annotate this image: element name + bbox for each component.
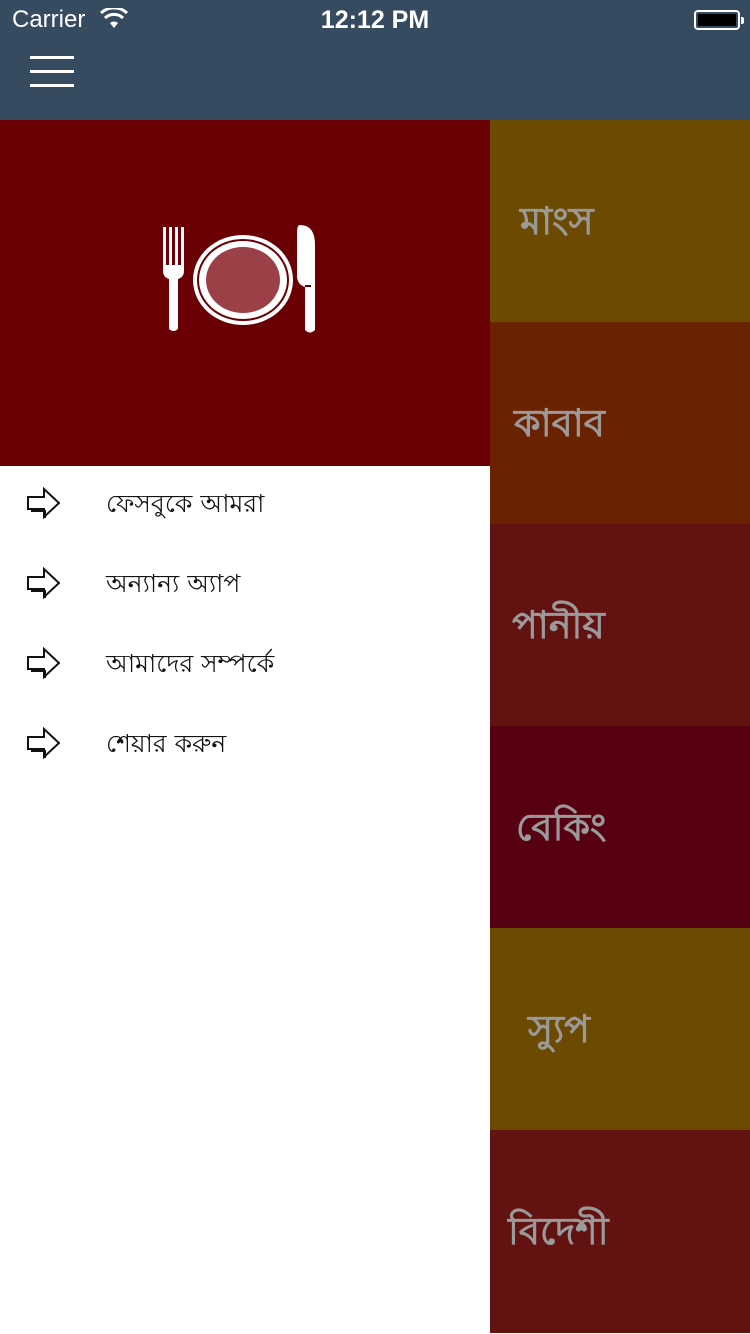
- menu-item-label: আমাদের সম্পর্কে: [106, 649, 275, 678]
- category-label: বিদেশী: [508, 1208, 609, 1253]
- menu-item-about-us[interactable]: আমাদের সম্পর্কে: [0, 626, 490, 706]
- category-label: কাবাব: [514, 400, 605, 445]
- drawer-header: [0, 120, 490, 466]
- status-bar: Carrier 12:12 PM: [0, 0, 750, 40]
- right-arrow-icon: [27, 566, 61, 600]
- menu-item-label: শেয়ার করুন: [106, 729, 227, 758]
- menu-item-label: অন্যান্য অ্যাপ: [106, 569, 241, 598]
- category-label: স্যুপ: [528, 1006, 590, 1051]
- category-tile-baking[interactable]: বেকিং: [490, 726, 750, 929]
- category-tile-drinks[interactable]: পানীয়: [490, 524, 750, 727]
- category-label: পানীয়: [512, 602, 605, 647]
- right-arrow-icon: [27, 646, 61, 680]
- category-tile-meat[interactable]: মাংস: [490, 120, 750, 323]
- plate-fork-knife-icon: [163, 225, 315, 333]
- menu-item-facebook[interactable]: ফেসবুকে আমরা: [0, 466, 490, 546]
- category-tile-kebab[interactable]: কাবাব: [490, 322, 750, 525]
- menu-item-label: ফেসবুকে আমরা: [106, 489, 265, 518]
- category-list: মাংস কাবাব পানীয় বেকিং স্যুপ বিদেশী: [490, 120, 750, 1334]
- category-label: বেকিং: [516, 804, 607, 849]
- hamburger-icon[interactable]: [30, 56, 74, 90]
- category-tile-foreign[interactable]: বিদেশী: [490, 1130, 750, 1333]
- side-drawer: ফেসবুকে আমরা অন্যান্য অ্যাপ আমাদের সম্পর…: [0, 120, 490, 1334]
- menu-item-share[interactable]: শেয়ার করুন: [0, 706, 490, 786]
- right-arrow-icon: [27, 486, 61, 520]
- navigation-bar: Carrier 12:12 PM: [0, 0, 750, 120]
- menu-item-other-apps[interactable]: অন্যান্য অ্যাপ: [0, 546, 490, 626]
- status-time: 12:12 PM: [320, 6, 430, 34]
- category-tile-soup[interactable]: স্যুপ: [490, 928, 750, 1131]
- right-arrow-icon: [27, 726, 61, 760]
- category-label: মাংস: [520, 198, 594, 243]
- battery-icon: [694, 10, 744, 30]
